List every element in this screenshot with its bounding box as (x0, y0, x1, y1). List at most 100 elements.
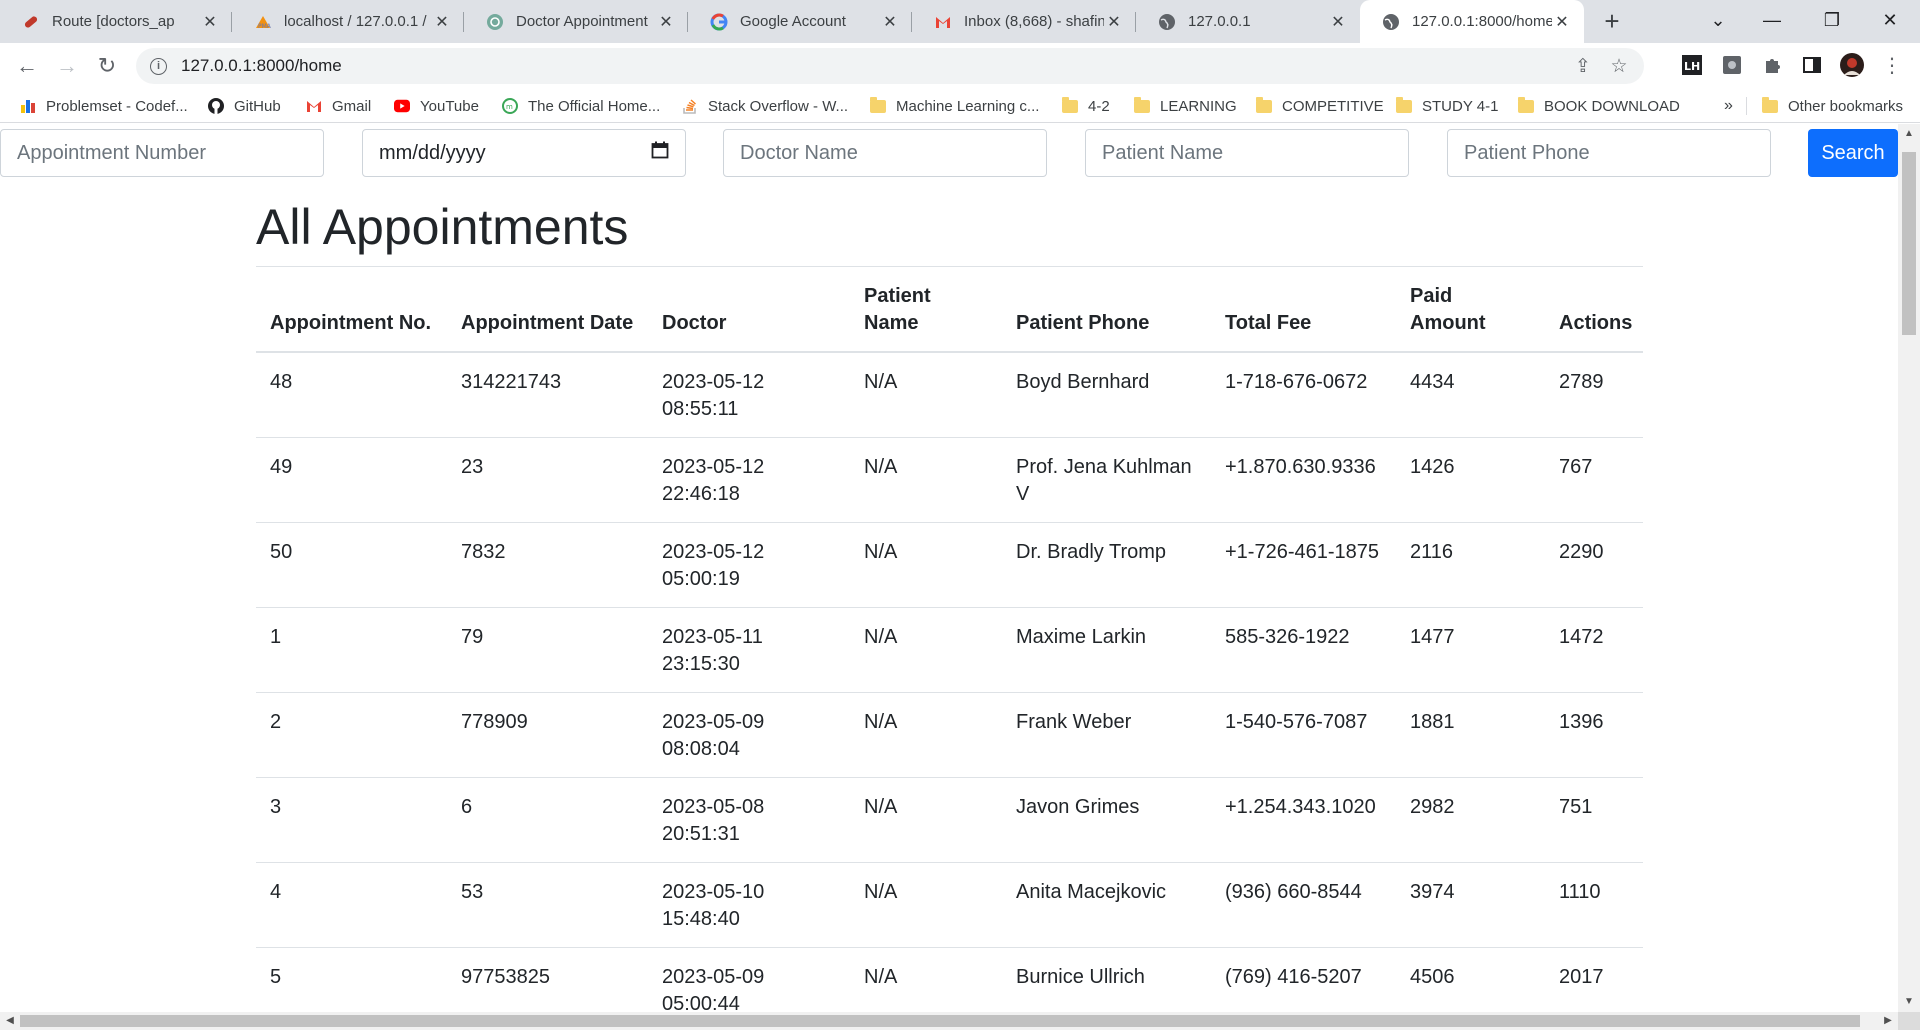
patient-phone-cell: Anita Macejkovic (1002, 862, 1211, 948)
scroll-down-icon[interactable]: ▼ (1898, 992, 1920, 1012)
appointment-date-input[interactable]: mm/dd/yyyy (362, 129, 686, 177)
scroll-left-icon[interactable]: ◀ (0, 1012, 20, 1030)
calendar-icon[interactable] (651, 141, 669, 165)
column-header: Appointment No. (256, 267, 447, 353)
table-row: 49 23 2023-05-12 22:46:18 N/A Prof. Jena Kuh… (256, 437, 1643, 523)
new-tab-button[interactable]: + (1596, 6, 1628, 38)
close-icon[interactable]: ✕ (1328, 12, 1348, 32)
horizontal-scrollbar[interactable]: ◀ ▶ (0, 1012, 1898, 1030)
address-bar[interactable]: i 127.0.0.1:8000/home ⇪ ☆ (136, 48, 1644, 84)
doctor-cell: 2023-05-08 20:51:31 (648, 777, 850, 863)
search-button[interactable]: Search (1808, 129, 1898, 177)
window-close-icon[interactable]: ✕ (1860, 0, 1920, 40)
minimize-icon[interactable]: — (1742, 0, 1802, 40)
tab-google-account[interactable]: Google Account ✕ (688, 0, 912, 43)
tab-home-active[interactable]: 127.0.0.1:8000/home ✕ (1360, 0, 1584, 43)
folder-icon (1396, 96, 1412, 114)
table-body: 48 314221743 2023-05-12 08:55:11 N/A Boyd Be… (256, 352, 1643, 1012)
gmail-icon (934, 13, 952, 31)
scroll-thumb[interactable] (1902, 152, 1916, 335)
tab-label: Doctor Appointment (516, 13, 648, 30)
address-url[interactable]: 127.0.0.1:8000/home (181, 56, 342, 76)
doctor-name-input[interactable] (723, 129, 1047, 177)
bookmark-folder[interactable]: BOOK DOWNLOAD (1518, 95, 1680, 117)
phpmyadmin-icon: PMA (254, 13, 272, 31)
globe-icon (1158, 13, 1176, 31)
patient-phone-cell: Prof. Jena Kuhlman V (1002, 437, 1211, 523)
close-icon[interactable]: ✕ (880, 12, 900, 32)
bookmark-folder[interactable]: COMPETITIVE (1256, 95, 1384, 117)
bookmark-label: Machine Learning c... (896, 97, 1040, 115)
tab-route[interactable]: Route [doctors_ap ✕ (0, 0, 232, 43)
website-icon: m (502, 98, 518, 114)
bookmark-label: BOOK DOWNLOAD (1544, 97, 1680, 115)
bookmark-item[interactable]: Stack Overflow - W... (682, 95, 848, 117)
actions-cell: 1110 (1545, 862, 1643, 948)
google-icon (710, 12, 728, 31)
avatar[interactable] (1840, 53, 1864, 77)
paid-amount-cell: 1426 (1396, 437, 1545, 523)
patient-name-input[interactable] (1085, 129, 1409, 177)
folder-icon (870, 96, 886, 114)
table-row: 1 79 2023-05-11 23:15:30 N/A Maxime Larkin 58… (256, 607, 1643, 693)
folder-icon (1062, 96, 1078, 114)
tab-doctor-appointment[interactable]: Doctor Appointment ✕ (464, 0, 688, 43)
scroll-thumb[interactable] (20, 1015, 1860, 1027)
scroll-right-icon[interactable]: ▶ (1878, 1012, 1898, 1030)
actions-cell: 2017 (1545, 947, 1643, 1012)
bookmark-item[interactable]: YouTube (394, 95, 479, 117)
extension-icon[interactable] (1720, 53, 1744, 77)
bookmark-label: GitHub (234, 97, 281, 115)
paid-amount-cell: 4434 (1396, 352, 1545, 438)
forward-icon[interactable]: → (50, 49, 84, 83)
bookmark-star-icon[interactable]: ☆ (1608, 55, 1630, 77)
other-bookmarks[interactable]: Other bookmarks (1762, 95, 1903, 117)
bookmark-item[interactable]: Problemset - Codef... (20, 95, 188, 117)
svg-text:LH: LH (1684, 60, 1700, 73)
extensions-puzzle-icon[interactable] (1760, 53, 1784, 77)
bookmark-folder[interactable]: Machine Learning c... (870, 95, 1039, 117)
page-title: All Appointments (256, 199, 629, 255)
youtube-icon (394, 98, 410, 114)
back-icon[interactable]: ← (10, 49, 44, 83)
doctor-cell: 2023-05-12 05:00:19 (648, 522, 850, 608)
bookmarks-overflow-button[interactable]: » (1724, 95, 1733, 117)
bookmark-label: Other bookmarks (1788, 97, 1904, 115)
close-icon[interactable]: ✕ (1104, 12, 1124, 32)
vertical-scrollbar[interactable]: ▲ ▼ (1898, 124, 1920, 1012)
reload-icon[interactable]: ↻ (90, 49, 124, 83)
bookmark-item[interactable]: m The Official Home... (502, 95, 660, 117)
paid-amount-cell: 1881 (1396, 692, 1545, 778)
close-icon[interactable]: ✕ (1552, 12, 1572, 32)
extension-lh-icon[interactable]: LH (1680, 53, 1704, 77)
bookmark-folder[interactable]: LEARNING (1134, 95, 1237, 117)
bookmark-label: The Official Home... (528, 97, 661, 115)
table-row: 3 6 2023-05-08 20:51:31 N/A Javon Grimes +1.2… (256, 777, 1643, 863)
patient-phone-input[interactable] (1447, 129, 1771, 177)
appointment-number-input[interactable] (0, 129, 324, 177)
bookmark-folder[interactable]: STUDY 4-1 (1396, 95, 1498, 117)
paid-amount-cell: 2982 (1396, 777, 1545, 863)
bookmark-folder[interactable]: 4-2 (1062, 95, 1110, 117)
site-info-icon[interactable]: i (150, 57, 167, 75)
tab-127[interactable]: 127.0.0.1 ✕ (1136, 0, 1360, 43)
tab-localhost[interactable]: PMA localhost / 127.0.0.1 / ✕ (232, 0, 464, 43)
restore-icon[interactable]: ❐ (1802, 0, 1862, 40)
actions-cell: 767 (1545, 437, 1643, 523)
bookmark-item[interactable]: Gmail (306, 95, 371, 117)
close-icon[interactable]: ✕ (432, 12, 452, 32)
side-panel-icon[interactable] (1800, 53, 1824, 77)
share-icon[interactable]: ⇪ (1572, 55, 1594, 77)
codeforces-icon (20, 98, 36, 114)
close-icon[interactable]: ✕ (656, 12, 676, 32)
bookmark-label: 4-2 (1088, 97, 1110, 115)
tab-inbox[interactable]: Inbox (8,668) - shafin ✕ (912, 0, 1136, 43)
bookmark-item[interactable]: GitHub (208, 95, 281, 117)
scroll-up-icon[interactable]: ▲ (1898, 124, 1920, 144)
appointment-date-cell: 97753825 (447, 947, 648, 1012)
close-icon[interactable]: ✕ (200, 12, 220, 32)
menu-icon[interactable]: ⋮ (1880, 53, 1904, 77)
column-header: Patient Phone (1002, 267, 1211, 353)
tab-search-icon[interactable]: ⌄ (1688, 0, 1748, 40)
bookmark-label: Stack Overflow - W... (708, 97, 849, 115)
